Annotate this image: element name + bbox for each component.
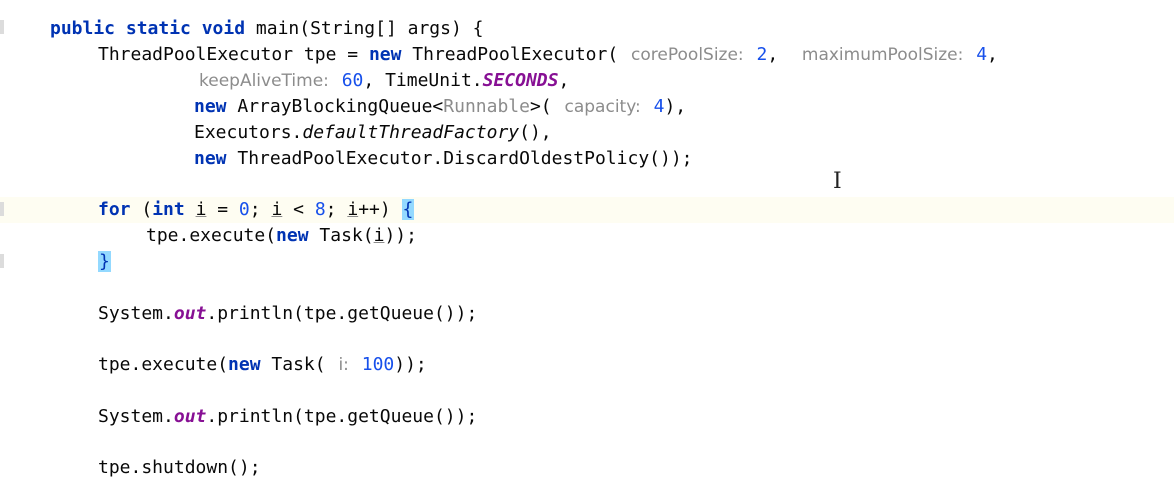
static-field: out xyxy=(173,406,207,427)
loop-variable: i xyxy=(347,199,359,220)
code-text: main(String[] args) { xyxy=(245,18,484,39)
code-editor[interactable]: public static void main(String[] args) {… xyxy=(0,0,1174,487)
code-text: ; xyxy=(325,199,348,220)
loop-variable: i xyxy=(373,225,385,246)
number-literal: 100 xyxy=(361,354,395,375)
code-line-9[interactable]: } xyxy=(98,249,111,275)
code-line-8[interactable]: tpe.execute(new Task(i)); xyxy=(146,223,417,249)
gutter-marker xyxy=(0,202,4,216)
code-text: < xyxy=(282,199,315,220)
code-text: , TimeUnit. xyxy=(363,70,483,91)
parameter-hint: i: xyxy=(338,355,349,375)
gutter-marker xyxy=(0,20,4,34)
code-text: Task( xyxy=(260,354,326,375)
code-text: >( xyxy=(529,96,552,117)
code-line-3[interactable]: keepAliveTime: 60, TimeUnit.SECONDS, xyxy=(197,68,569,94)
code-line-10[interactable]: System.out.println(tpe.getQueue()); xyxy=(98,301,477,327)
loop-variable: i xyxy=(195,199,207,220)
code-text: , xyxy=(767,44,779,65)
code-text: ThreadPoolExecutor tpe = xyxy=(98,44,369,65)
keyword: new xyxy=(194,148,227,169)
number-literal: 8 xyxy=(314,199,326,220)
code-line-1[interactable]: public static void main(String[] args) { xyxy=(50,16,484,42)
code-text: tpe.shutdown(); xyxy=(98,457,261,478)
number-literal: 0 xyxy=(238,199,250,220)
matched-brace: } xyxy=(98,251,111,272)
keyword: for xyxy=(98,199,131,220)
matched-brace: { xyxy=(401,199,415,220)
static-field: SECONDS xyxy=(482,70,559,91)
code-text: tpe.execute( xyxy=(146,225,277,246)
code-text: Task( xyxy=(308,225,374,246)
keyword: public static void xyxy=(50,18,246,39)
code-text: ThreadPoolExecutor.DiscardOldestPolicy()… xyxy=(226,148,693,169)
keyword: new xyxy=(228,354,261,375)
loop-variable: i xyxy=(271,199,283,220)
parameter-hint: capacity: xyxy=(564,97,641,117)
number-literal: 2 xyxy=(756,44,768,65)
code-line-12[interactable]: System.out.println(tpe.getQueue()); xyxy=(98,404,477,430)
code-text: System. xyxy=(98,406,174,427)
number-literal: 4 xyxy=(653,96,665,117)
code-text: ArrayBlockingQueue< xyxy=(226,96,444,117)
code-line-7[interactable]: for (int i = 0; i < 8; i++) { xyxy=(98,197,415,223)
parameter-hint: corePoolSize: xyxy=(631,45,744,65)
code-line-13[interactable]: tpe.shutdown(); xyxy=(98,455,261,481)
code-text: System. xyxy=(98,303,174,324)
code-text: , xyxy=(558,70,570,91)
code-text: )); xyxy=(394,354,427,375)
code-text: ( xyxy=(130,199,153,220)
keyword: int xyxy=(152,199,185,220)
code-line-5[interactable]: Executors.defaultThreadFactory(), xyxy=(194,120,552,146)
code-line-2[interactable]: ThreadPoolExecutor tpe = new ThreadPoolE… xyxy=(98,42,998,68)
parameter-hint: keepAliveTime: xyxy=(199,71,329,91)
keyword: new xyxy=(194,96,227,117)
code-text: , xyxy=(987,44,998,65)
text-cursor-icon: I xyxy=(833,169,842,194)
keyword: new xyxy=(368,44,402,65)
code-text: ), xyxy=(664,96,687,117)
static-field: out xyxy=(173,303,207,324)
code-line-6[interactable]: new ThreadPoolExecutor.DiscardOldestPoli… xyxy=(194,146,693,172)
code-text: tpe.execute( xyxy=(98,354,229,375)
gutter-marker xyxy=(0,254,4,268)
code-text: ; xyxy=(249,199,272,220)
code-text: ++) xyxy=(358,199,402,220)
number-literal: 60 xyxy=(341,70,364,91)
code-text: (), xyxy=(519,122,552,143)
code-text: )); xyxy=(384,225,417,246)
code-text: .println(tpe.getQueue()); xyxy=(206,303,478,324)
code-text: .println(tpe.getQueue()); xyxy=(206,406,478,427)
code-line-11[interactable]: tpe.execute(new Task( i: 100)); xyxy=(98,352,427,378)
keyword: new xyxy=(276,225,309,246)
code-text: ThreadPoolExecutor( xyxy=(401,44,619,65)
static-method: defaultThreadFactory xyxy=(302,122,520,143)
code-text: = xyxy=(206,199,239,220)
code-text: Executors. xyxy=(194,122,303,143)
code-line-4[interactable]: new ArrayBlockingQueue<Runnable>( capaci… xyxy=(194,94,686,120)
generic-type-hint: Runnable xyxy=(443,96,530,117)
parameter-hint: maximumPoolSize: xyxy=(801,45,964,65)
number-literal: 4 xyxy=(976,44,988,65)
